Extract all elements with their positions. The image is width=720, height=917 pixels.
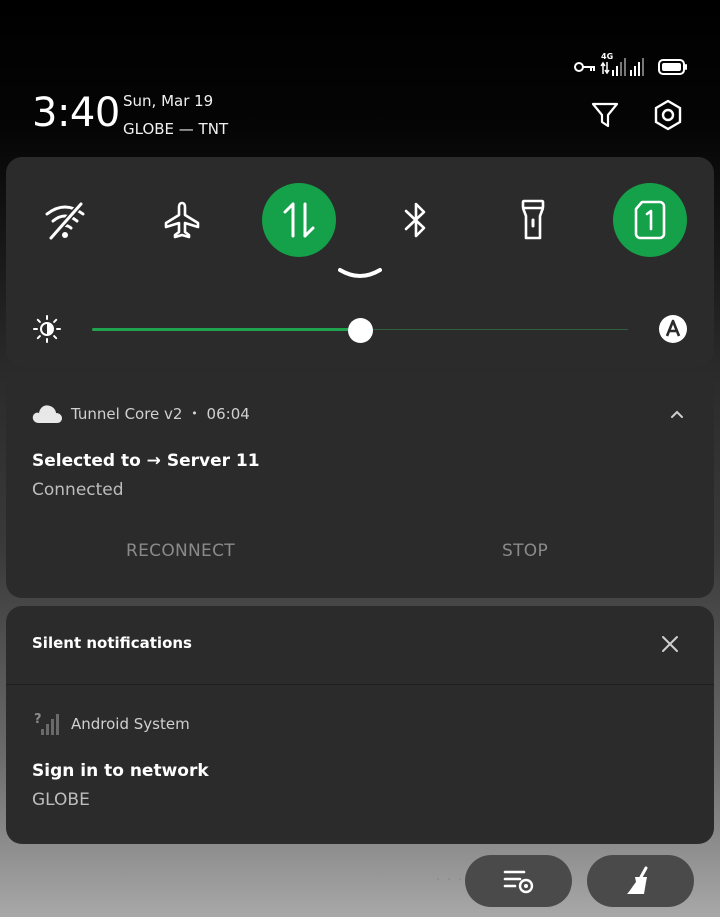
vpn-app-name: Tunnel Core v2 — [71, 405, 183, 423]
android-system-app-name: Android System — [71, 715, 190, 733]
cloud-icon — [32, 405, 62, 423]
sim-card-icon — [634, 200, 666, 240]
mobile-data-icon — [283, 202, 315, 238]
brightness-slider-track[interactable] — [360, 329, 628, 330]
settings-button[interactable] — [650, 97, 686, 133]
chevron-up-icon[interactable] — [669, 408, 685, 420]
expand-handle-icon[interactable] — [338, 266, 382, 280]
clear-all-button[interactable] — [587, 855, 694, 907]
status-bar: 4G — [570, 52, 690, 80]
mobile-data-tile[interactable] — [262, 183, 336, 257]
svg-text:?: ? — [34, 712, 42, 727]
auto-brightness-icon[interactable] — [658, 314, 688, 344]
flashlight-icon — [521, 199, 545, 240]
reconnect-button[interactable]: RECONNECT — [126, 541, 235, 561]
signal-strength-icon-2 — [630, 58, 644, 76]
clock[interactable]: 3:40 — [32, 90, 120, 136]
wifi-off-icon — [45, 202, 85, 240]
brightness-slider-thumb[interactable] — [348, 318, 373, 343]
brightness-slider-fill[interactable] — [92, 328, 360, 331]
vpn-notification-title: Selected to → Server 11 — [32, 451, 260, 471]
silent-notifications-header: Silent notifications — [32, 634, 192, 652]
flashlight-tile[interactable] — [496, 183, 570, 257]
header-separator: • — [191, 407, 198, 420]
filter-button[interactable] — [587, 97, 623, 133]
bluetooth-tile[interactable] — [379, 183, 453, 257]
vpn-notification-subtitle: Connected — [32, 480, 124, 500]
broom-icon — [626, 866, 647, 894]
sign-in-notification-title[interactable]: Sign in to network — [32, 761, 209, 781]
notification-settings-button[interactable] — [465, 855, 572, 907]
filter-icon — [591, 102, 619, 128]
more-dots: · · · — [436, 872, 464, 888]
no-signal-icon: ? — [34, 712, 59, 735]
signal-strength-icon-1 — [612, 58, 626, 76]
sim-card-tile[interactable] — [613, 183, 687, 257]
sign-in-notification-subtitle: GLOBE — [32, 790, 90, 810]
stop-button[interactable]: STOP — [502, 541, 548, 561]
bluetooth-icon — [404, 202, 426, 238]
airplane-icon — [164, 201, 200, 239]
brightness-icon — [33, 315, 61, 343]
airplane-mode-tile[interactable] — [145, 183, 219, 257]
wifi-tile[interactable] — [28, 183, 102, 257]
data-arrows-icon — [600, 61, 610, 75]
vpn-app-header: Tunnel Core v2 • 06:04 — [71, 405, 250, 423]
gear-icon — [654, 99, 682, 131]
date-label[interactable]: Sun, Mar 19 — [123, 92, 213, 110]
vpn-notification-time: 06:04 — [206, 405, 250, 423]
battery-icon — [658, 59, 687, 75]
close-icon[interactable] — [661, 635, 679, 653]
notification-settings-icon — [503, 870, 533, 894]
vpn-key-icon — [574, 62, 595, 72]
carrier-label: GLOBE — TNT — [123, 120, 229, 138]
section-divider — [6, 684, 714, 685]
